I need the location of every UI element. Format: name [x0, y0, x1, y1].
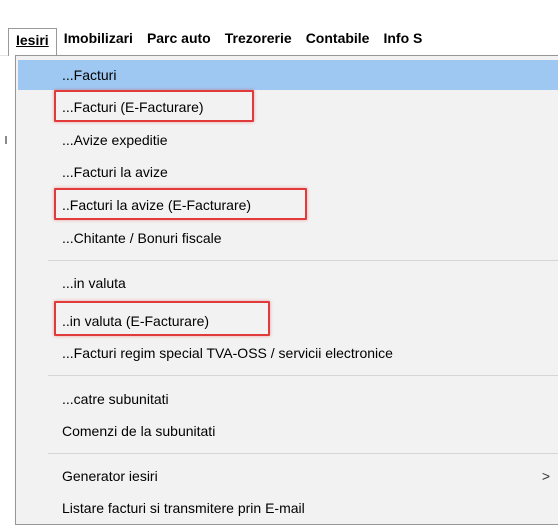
menubar-item-parc-auto[interactable]: Parc auto — [140, 27, 218, 55]
menu-item-facturi[interactable]: ...Facturi — [18, 60, 558, 90]
menu-separator — [48, 260, 558, 261]
menu-item-chitante-bonuri[interactable]: ...Chitante / Bonuri fiscale — [18, 223, 558, 253]
menu-item-facturi-regim-special[interactable]: ...Facturi regim special TVA-OSS / servi… — [18, 338, 558, 368]
menubar-item-trezorerie[interactable]: Trezorerie — [218, 27, 299, 55]
annotation-highlight-box — [54, 188, 307, 220]
app-window: Iesiri Imobilizari Parc auto Trezorerie … — [0, 0, 558, 525]
menubar-item-imobilizari[interactable]: Imobilizari — [57, 27, 140, 55]
menubar-item-label: Iesiri — [16, 32, 49, 48]
menubar-item-contabile[interactable]: Contabile — [299, 27, 377, 55]
menu-item-facturi-la-avize[interactable]: ...Facturi la avize — [18, 157, 558, 187]
iesiri-dropdown-menu: ...Facturi ...Facturi (E-Facturare) ...A… — [15, 55, 558, 525]
menu-item-comenzi-subunitati[interactable]: Comenzi de la subunitati — [18, 416, 558, 446]
background-window-edge — [0, 56, 15, 517]
menu-item-generator-iesiri[interactable]: Generator iesiri > — [18, 461, 558, 491]
annotation-highlight-box — [54, 301, 270, 336]
chevron-right-icon: > — [541, 468, 550, 484]
title-area — [0, 0, 558, 22]
menu-item-in-valuta[interactable]: ...in valuta — [18, 268, 558, 298]
edge-marker — [5, 136, 7, 144]
menu-separator — [48, 375, 558, 376]
menubar: Iesiri Imobilizari Parc auto Trezorerie … — [0, 22, 558, 56]
menu-item-listare-facturi-email[interactable]: Listare facturi si transmitere prin E-ma… — [18, 493, 558, 523]
menu-separator — [48, 453, 558, 454]
menu-item-label: Generator iesiri — [62, 468, 158, 484]
menu-item-catre-subunitati[interactable]: ...catre subunitati — [18, 384, 558, 414]
menubar-item-info[interactable]: Info S — [376, 27, 429, 55]
menu-item-avize-expeditie[interactable]: ...Avize expeditie — [18, 125, 558, 155]
menubar-item-iesiri[interactable]: Iesiri — [8, 28, 57, 56]
annotation-highlight-box — [54, 90, 254, 122]
